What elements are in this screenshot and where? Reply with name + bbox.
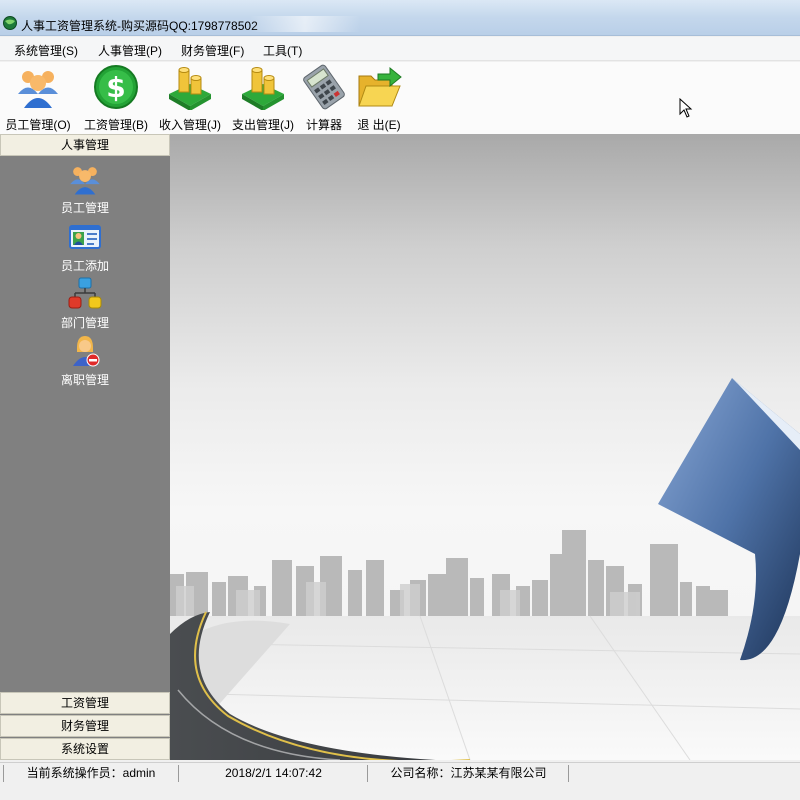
menu-personnel[interactable]: 人事管理(P)	[98, 42, 162, 59]
people-icon	[70, 167, 100, 195]
window-title: 人事工资管理系统-购买源码QQ:1798778502	[21, 19, 258, 33]
sidebar-item-resignation-management[interactable]: 离职管理	[0, 334, 170, 388]
employee-management-button[interactable]: 员工管理(O)	[3, 64, 73, 132]
sidebar-group-salary[interactable]: 工资管理	[0, 692, 170, 714]
sidebar-item-employee-management[interactable]: 员工管理	[0, 162, 170, 216]
user-remove-icon	[73, 336, 100, 367]
menu-finance[interactable]: 财务管理(F)	[181, 42, 244, 59]
sidebar-group-personnel[interactable]: 人事管理	[0, 134, 170, 156]
sidebar: 人事管理 员工管理 员工添加 部门管理 离职管理 工资管理 财务管理 系统设置	[0, 134, 170, 760]
svg-text:$: $	[106, 71, 125, 104]
status-datetime: 2018/2/1 14:07:42	[180, 765, 368, 782]
app-globe-icon	[3, 16, 17, 30]
menu-tools[interactable]: 工具(T)	[263, 42, 302, 59]
sidebar-group-finance[interactable]: 财务管理	[0, 715, 170, 737]
menu-system[interactable]: 系统管理(S)	[14, 42, 78, 59]
city-skyline-illustration	[170, 378, 800, 760]
sidebar-group-settings[interactable]: 系统设置	[0, 738, 170, 760]
income-management-button[interactable]: 收入管理(J)	[157, 64, 223, 132]
main-background-image	[170, 134, 800, 760]
menu-bar: 系统管理(S) 人事管理(P) 财务管理(F) 工具(T)	[0, 37, 800, 61]
sidebar-item-department-management[interactable]: 部门管理	[0, 277, 170, 331]
exit-folder-icon	[358, 66, 402, 107]
exit-button[interactable]: 退 出(E)	[353, 64, 405, 132]
coins-icon	[169, 67, 211, 110]
salary-management-button[interactable]: $ 工资管理(B)	[80, 64, 152, 132]
mouse-pointer-icon	[679, 98, 693, 118]
status-company: 公司名称：江苏某某有限公司	[369, 765, 569, 782]
dollar-icon: $	[94, 65, 138, 109]
status-operator: 当前系统操作员：admin	[3, 765, 179, 782]
calculator-icon	[303, 64, 345, 110]
org-chart-icon	[68, 277, 102, 309]
coins-icon	[242, 67, 284, 110]
sidebar-item-add-employee[interactable]: 员工添加	[0, 220, 170, 274]
id-card-icon	[69, 225, 101, 249]
status-bar: 当前系统操作员：admin 2018/2/1 14:07:42 公司名称：江苏某…	[0, 762, 800, 800]
toolbar: 员工管理(O) $ 工资管理(B) 收入管理(J) 支出管理(J) 计算器 退 …	[0, 62, 800, 134]
title-bar: 人事工资管理系统-购买源码QQ:1798778502	[0, 0, 800, 36]
people-icon	[18, 71, 58, 108]
calculator-button[interactable]: 计算器	[301, 64, 347, 132]
expense-management-button[interactable]: 支出管理(J)	[230, 64, 296, 132]
